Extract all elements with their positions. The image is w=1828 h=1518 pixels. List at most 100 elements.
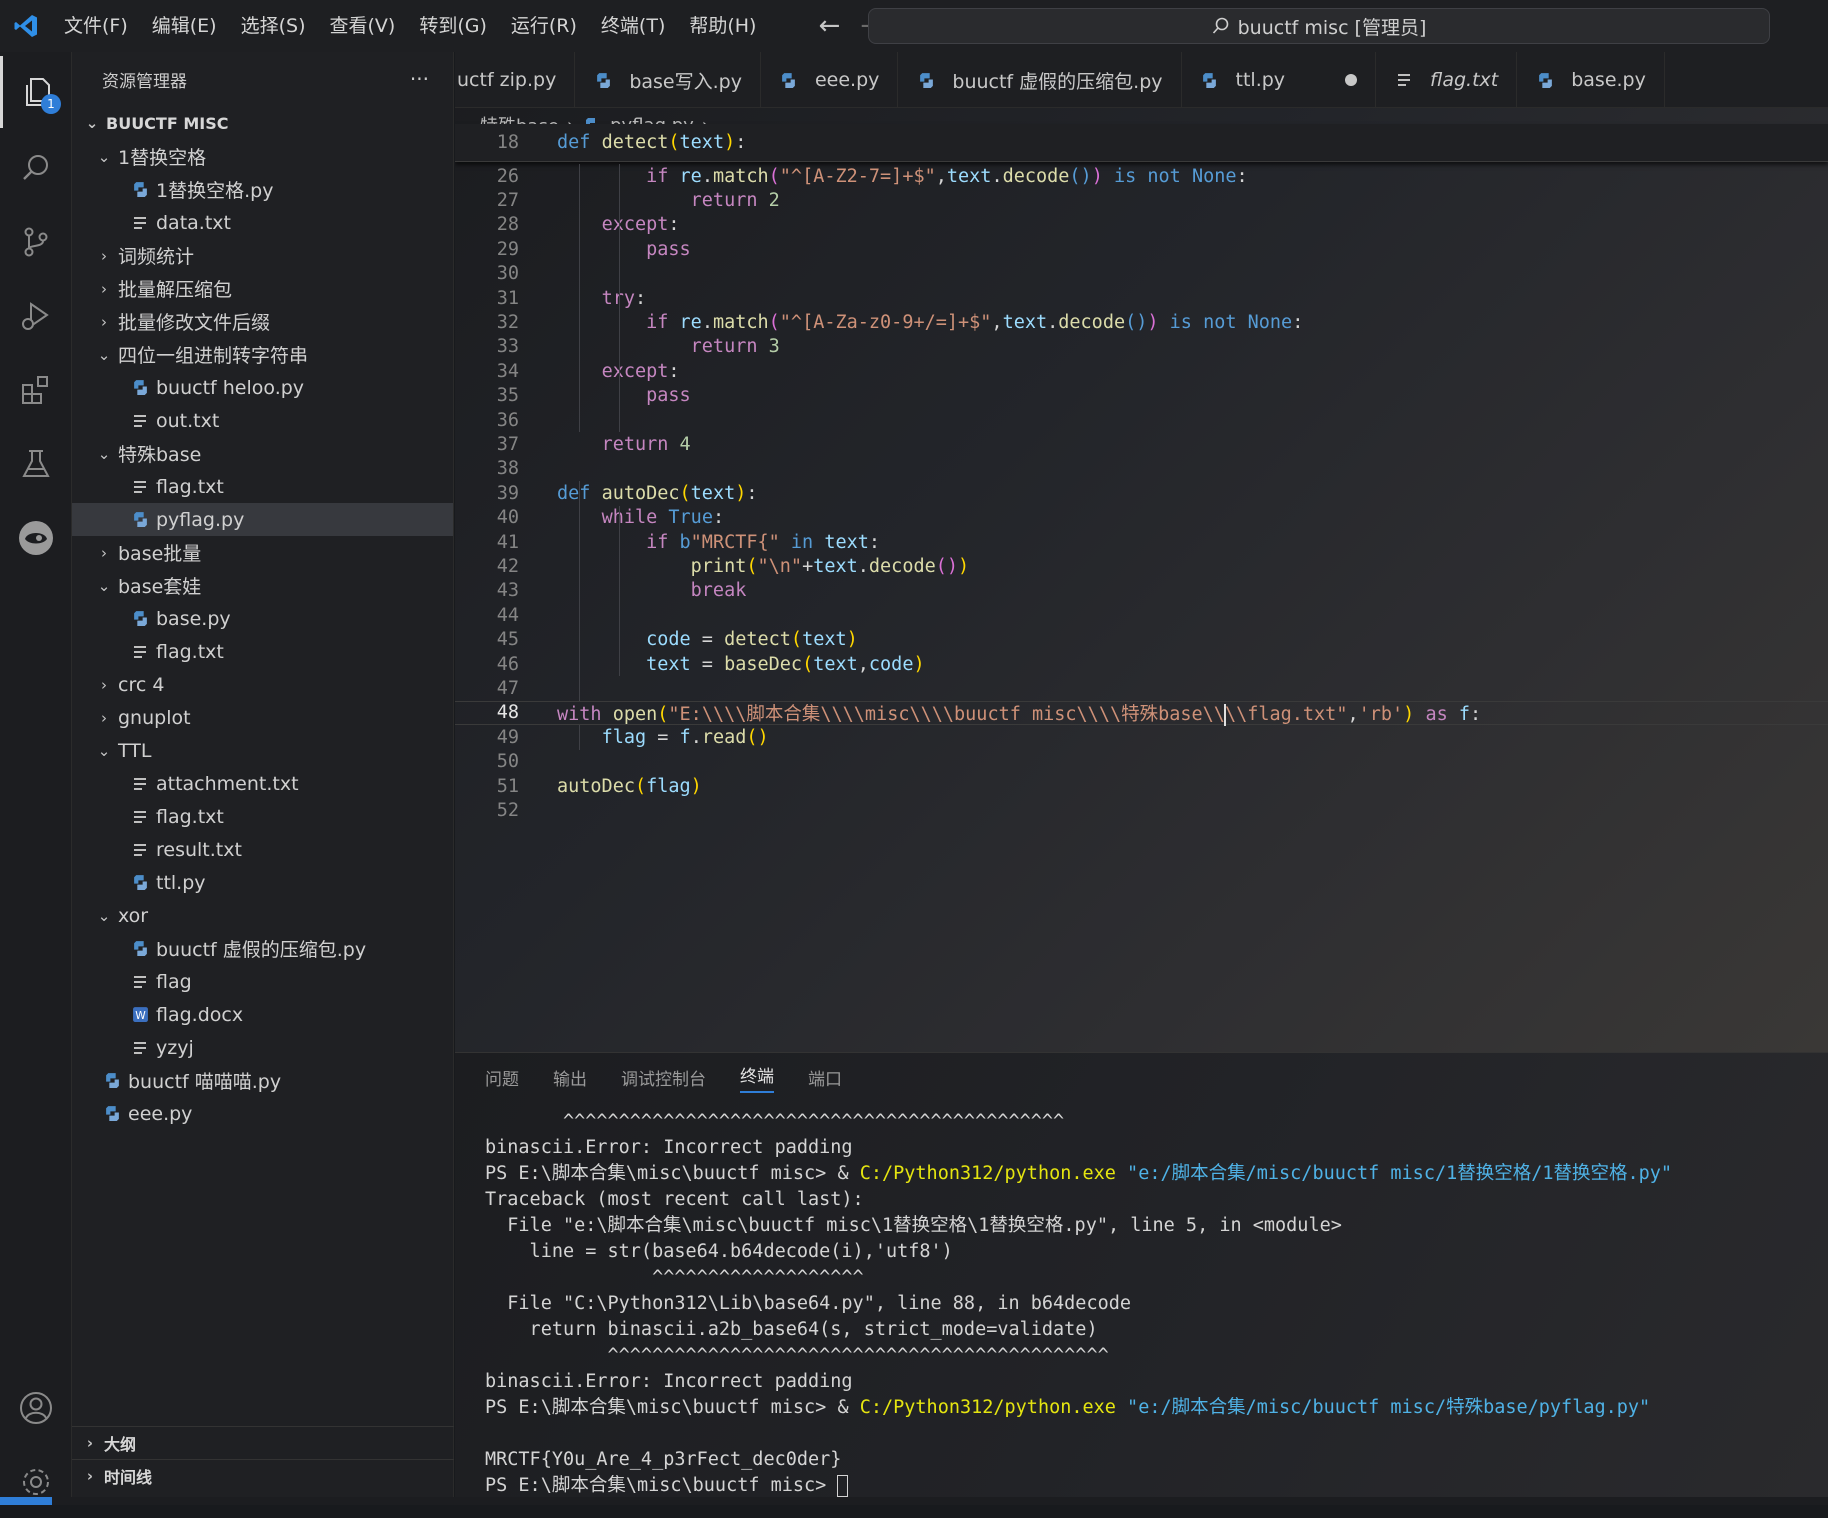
code-line[interactable]: 34 except: (455, 359, 1828, 383)
folder-item[interactable]: ⌄ xor (72, 899, 453, 932)
code-line[interactable]: 28 except: (455, 213, 1828, 237)
folder-item[interactable]: › base批量 (72, 536, 453, 569)
timeline-section[interactable]: › 时间线 (72, 1459, 454, 1492)
code-line[interactable]: 43 break (455, 579, 1828, 603)
outline-section[interactable]: › 大纲 (72, 1426, 454, 1459)
file-item[interactable]: Wflag.docx (72, 998, 453, 1031)
code-line[interactable]: 40 while True: (455, 506, 1828, 530)
folder-item[interactable]: › 词频统计 (72, 239, 453, 272)
account-icon[interactable] (0, 1372, 72, 1444)
panel-tab[interactable]: 问题 (485, 1065, 519, 1090)
explorer-icon[interactable]: 1 (0, 56, 72, 128)
panel-tab[interactable]: 调试控制台 (621, 1065, 706, 1090)
menu-item[interactable]: 转到(G) (407, 0, 499, 52)
folder-item[interactable]: › 批量解压缩包 (72, 272, 453, 305)
code-line[interactable]: 26 if re.match("^[A-Z2-7=]+$",text.decod… (455, 164, 1828, 188)
code-line[interactable]: 33 return 3 (455, 335, 1828, 359)
editor-tab[interactable]: eee.py (761, 52, 899, 107)
code-line[interactable]: 36 (455, 408, 1828, 432)
editor-tab[interactable]: flag.txt (1376, 52, 1518, 107)
code-line[interactable]: 52 (455, 798, 1828, 822)
file-item[interactable]: ttl.py (72, 866, 453, 899)
tree-item-label: buuctf 喵喵喵.py (128, 1071, 282, 1093)
file-item[interactable]: buuctf 喵喵喵.py (72, 1064, 453, 1097)
remote-indicator[interactable] (0, 1497, 52, 1505)
code-line[interactable]: 38 (455, 457, 1828, 481)
folder-item[interactable]: › 批量修改文件后缀 (72, 305, 453, 338)
editor-tab[interactable]: ttl.py (1182, 52, 1377, 107)
menu-item[interactable]: 终端(T) (589, 0, 677, 52)
editor-tab[interactable]: base写入.py (575, 52, 761, 107)
editor-tab[interactable]: buuctf 虚假的压缩包.py (898, 52, 1182, 107)
menu-item[interactable]: 查看(V) (318, 0, 408, 52)
command-center-search[interactable]: buuctf misc [管理员] (868, 8, 1770, 44)
remote-explorer-icon[interactable] (0, 502, 72, 574)
file-item[interactable]: 1替换空格.py (72, 173, 453, 206)
code-line[interactable]: 27 return 2 (455, 188, 1828, 212)
search-icon[interactable] (0, 132, 72, 204)
terminal-segment: "e:/脚本合集/misc/buuctf misc/1替换空格/1替换空格.py… (1115, 1163, 1673, 1184)
workspace-root[interactable]: ⌄ BUUCTF MISC (72, 106, 453, 140)
folder-item[interactable]: ⌄ TTL (72, 734, 453, 767)
code-line[interactable]: 32 if re.match("^[A-Za-z0-9+/=]+$",text.… (455, 310, 1828, 334)
folder-item[interactable]: ⌄ base套娃 (72, 569, 453, 602)
menu-item[interactable]: 文件(F) (52, 0, 140, 52)
file-item[interactable]: pyflag.py (72, 503, 453, 536)
menu-item[interactable]: 选择(S) (229, 0, 318, 52)
panel-tab[interactable]: 端口 (808, 1065, 842, 1090)
code-line[interactable]: 30 (455, 262, 1828, 286)
line-number: 39 (496, 482, 519, 504)
code-line[interactable]: 31 try: (455, 286, 1828, 310)
code-line[interactable]: 51 autoDec(flag) (455, 774, 1828, 798)
folder-item[interactable]: › crc 4 (72, 668, 453, 701)
file-item[interactable]: flag (72, 965, 453, 998)
file-item[interactable]: flag.txt (72, 470, 453, 503)
code-line[interactable]: 39 def autoDec(text): (455, 481, 1828, 505)
source-control-icon[interactable] (0, 206, 72, 278)
code-line[interactable]: 37 return 4 (455, 432, 1828, 456)
code-line[interactable]: 50 (455, 750, 1828, 774)
back-arrow-icon[interactable]: ← (818, 11, 840, 41)
file-item[interactable]: buuctf heloo.py (72, 371, 453, 404)
code-line[interactable]: 49 flag = f.read() (455, 725, 1828, 749)
panel-tab[interactable]: 终端 (740, 1062, 774, 1093)
file-item[interactable]: buuctf 虚假的压缩包.py (72, 932, 453, 965)
folder-item[interactable]: › gnuplot (72, 701, 453, 734)
menu-item[interactable]: 帮助(H) (677, 0, 768, 52)
code-line[interactable]: 29 pass (455, 237, 1828, 261)
sticky-scroll-line[interactable]: 18 def detect(text): (455, 124, 1828, 162)
code-line[interactable]: 46 text = baseDec(text,code) (455, 652, 1828, 676)
file-item[interactable]: result.txt (72, 833, 453, 866)
editor-tab[interactable]: uctf zip.py (455, 52, 576, 107)
folder-item[interactable]: ⌄ 1替换空格 (72, 140, 453, 173)
menu-item[interactable]: 编辑(E) (140, 0, 229, 52)
testing-flask-icon[interactable] (0, 428, 72, 500)
code-line[interactable]: 44 (455, 603, 1828, 627)
run-debug-icon[interactable] (0, 280, 72, 352)
menu-item[interactable]: 运行(R) (499, 0, 589, 52)
folder-item[interactable]: ⌄ 特殊base (72, 437, 453, 470)
panel-tab[interactable]: 输出 (553, 1065, 587, 1090)
tree-item-label: base.py (156, 607, 231, 630)
file-item[interactable]: attachment.txt (72, 767, 453, 800)
file-item[interactable]: base.py (72, 602, 453, 635)
folder-item[interactable]: ⌄ 四位一组进制转字符串 (72, 338, 453, 371)
file-item[interactable]: out.txt (72, 404, 453, 437)
editor-tab[interactable]: base.py (1517, 52, 1665, 107)
code-line[interactable]: 47 (455, 676, 1828, 700)
file-item[interactable]: flag.txt (72, 635, 453, 668)
code-line[interactable]: 35 pass (455, 384, 1828, 408)
code-line[interactable]: 41 if b"MRCTF{" in text: (455, 530, 1828, 554)
terminal-output[interactable]: ^^^^^^^^^^^^^^^^^^^^^^^^^^^^^^^^^^^^^^^^… (485, 1109, 1672, 1499)
file-item[interactable]: flag.txt (72, 800, 453, 833)
file-item[interactable]: data.txt (72, 206, 453, 239)
file-item[interactable]: yzyj (72, 1031, 453, 1064)
code-line[interactable]: 45 code = detect(text) (455, 628, 1828, 652)
code-line[interactable]: 48 with open("E:\\\\脚本合集\\\\misc\\\\buuct… (455, 700, 1828, 726)
file-item[interactable]: eee.py (72, 1097, 453, 1130)
extensions-icon[interactable] (0, 354, 72, 426)
more-actions-icon[interactable]: ··· (410, 67, 429, 91)
code-line[interactable]: 42 print("\n"+text.decode()) (455, 554, 1828, 578)
settings-gear-icon[interactable] (0, 1446, 72, 1518)
terminal-line: File "C:\Python312\Lib\base64.py", line … (485, 1291, 1672, 1317)
